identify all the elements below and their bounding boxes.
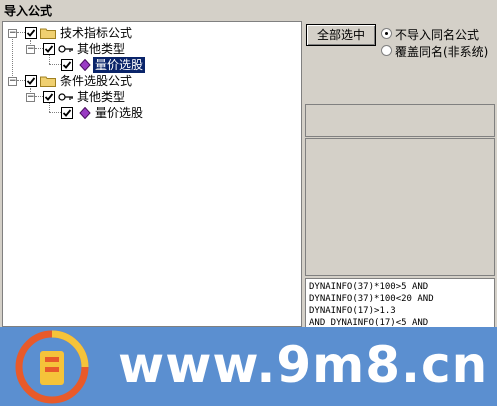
collapse-icon[interactable]: − bbox=[8, 29, 17, 38]
checkbox[interactable] bbox=[25, 75, 37, 87]
folder-icon bbox=[40, 76, 56, 87]
info-panel-top bbox=[305, 104, 495, 137]
key-icon bbox=[58, 45, 73, 53]
radio-overwrite-same-name-label: 覆盖同名(非系统) bbox=[395, 45, 489, 59]
code-line: DYNAINFO(37)*100>5 AND bbox=[309, 282, 429, 292]
checkbox[interactable] bbox=[25, 27, 37, 39]
description-panel bbox=[305, 138, 495, 276]
select-all-button[interactable]: 全部选中 bbox=[306, 24, 376, 46]
code-line: DYNAINFO(17)>1.3 bbox=[309, 306, 396, 316]
tree-node-label: 技术指标公式 bbox=[60, 26, 133, 40]
tree-node-label: 量价选股 bbox=[95, 106, 144, 120]
tree-node-root2-leaf[interactable]: 量价选股 bbox=[3, 105, 301, 121]
formula-code-view[interactable]: DYNAINFO(37)*100>5 AND DYNAINFO(37)*100<… bbox=[305, 278, 495, 328]
tree-node-root1-leaf[interactable]: 量价选股 bbox=[3, 57, 301, 73]
code-line: DYNAINFO(37)*100<20 AND bbox=[309, 294, 434, 304]
title-bar: 导入公式 bbox=[0, 0, 497, 20]
tree-node-label: 其他类型 bbox=[77, 42, 126, 56]
key-icon bbox=[58, 93, 73, 101]
watermark-banner: www.9m8.cn bbox=[0, 327, 497, 406]
collapse-icon[interactable]: − bbox=[26, 93, 35, 102]
collapse-icon[interactable]: − bbox=[26, 45, 35, 54]
checkbox[interactable] bbox=[61, 59, 73, 71]
checkbox[interactable] bbox=[43, 91, 55, 103]
radio-overwrite-same-name[interactable] bbox=[381, 45, 392, 56]
formula-icon bbox=[79, 107, 91, 119]
tree-node-label: 条件选股公式 bbox=[60, 74, 133, 88]
tree-node-label: 其他类型 bbox=[77, 90, 126, 104]
window-title: 导入公式 bbox=[4, 4, 53, 18]
tree-node-root2[interactable]: − 条件选股公式 bbox=[3, 73, 301, 89]
folder-icon bbox=[40, 28, 56, 39]
tree-node-root1-child[interactable]: − 其他类型 bbox=[3, 41, 301, 57]
radio-skip-same-name[interactable] bbox=[381, 28, 392, 39]
radio-skip-same-name-label: 不导入同名公式 bbox=[395, 28, 480, 42]
watermark-url: www.9m8.cn bbox=[118, 336, 489, 394]
collapse-icon[interactable]: − bbox=[8, 77, 17, 86]
tree-node-root1[interactable]: − 技术指标公式 bbox=[3, 25, 301, 41]
tree-node-label: 量价选股 bbox=[93, 57, 146, 73]
formula-tree[interactable]: − 技术指标公式 − 其他类型 量价选股 − 条件选股公式 − 其他类型 量价选… bbox=[2, 21, 302, 327]
tree-node-root2-child[interactable]: − 其他类型 bbox=[3, 89, 301, 105]
formula-icon bbox=[79, 59, 91, 71]
checkbox[interactable] bbox=[43, 43, 55, 55]
checkbox[interactable] bbox=[61, 107, 73, 119]
site-logo-icon bbox=[15, 330, 89, 404]
